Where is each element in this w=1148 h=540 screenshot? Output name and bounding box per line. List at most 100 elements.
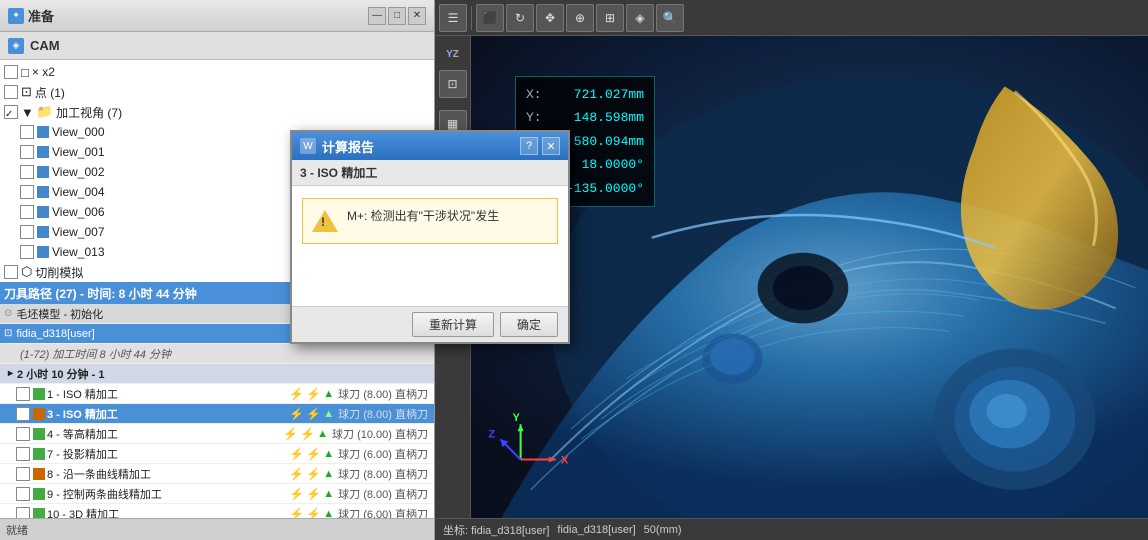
- op-4[interactable]: 4 - 等高精加工 ⚡ ⚡ ▲ 球刀 (10.00) 直柄刀: [0, 424, 434, 444]
- op-group-2h10-icon: ▸: [8, 368, 13, 379]
- dialog-close-btn[interactable]: ✕: [542, 137, 560, 155]
- op9-chk[interactable]: [16, 487, 30, 501]
- op-8[interactable]: 8 - 沿一条曲线精加工 ⚡ ⚡ ▲ 球刀 (8.00) 直柄刀: [0, 464, 434, 484]
- checkbox-machining-views[interactable]: [4, 105, 18, 119]
- item-icon-x2: □: [21, 65, 29, 80]
- op7-chk[interactable]: [16, 447, 30, 461]
- op3-label: 3 - ISO 精加工: [47, 406, 289, 422]
- op-group-2h10-label: 2 小时 10 分钟 - 1: [17, 366, 434, 382]
- tree-item-machining-views[interactable]: ▼ 📁 加工视角 (7): [0, 102, 434, 122]
- recalc-button[interactable]: 重新计算: [412, 312, 494, 337]
- warning-exclamation: !: [321, 215, 325, 229]
- title-bar: ✦ 准备 — □ ✕: [0, 0, 434, 32]
- svg-text:Z: Z: [488, 428, 495, 440]
- tree-item-x2[interactable]: □ × x2: [0, 62, 434, 82]
- op8-chk[interactable]: [16, 467, 30, 481]
- op7-icon2: ⚡: [306, 447, 321, 461]
- panel-title: 准备: [28, 6, 54, 25]
- calculation-dialog: W 计算报告 ? ✕ 3 - ISO 精加工 ! M+: 检测出有"干涉状况"发…: [290, 130, 570, 344]
- vp-divider1: [471, 6, 472, 30]
- vp-bottom-status: 坐标: fidia_d318[user] fidia_d318[user] 50…: [435, 518, 1148, 540]
- checkbox-cut-model[interactable]: [4, 265, 18, 279]
- item-icon-point: ⊡: [21, 84, 32, 100]
- dialog-title-left: W 计算报告: [300, 137, 374, 156]
- op3-chk[interactable]: [16, 407, 30, 421]
- op8-icons: ⚡ ⚡ ▲: [289, 467, 334, 481]
- coord-c-val: 18.0000°: [582, 153, 644, 176]
- op8-icon3: ▲: [323, 468, 334, 480]
- op9-icon2: ⚡: [306, 487, 321, 501]
- folder-icon-machining-views: 📁: [37, 104, 53, 120]
- ok-button[interactable]: 确定: [500, 312, 558, 337]
- tree-item-point[interactable]: ⊡ 点 (1): [0, 82, 434, 102]
- op7-icons: ⚡ ⚡ ▲: [289, 447, 334, 461]
- dialog-help-btn[interactable]: ?: [520, 137, 538, 155]
- op10-icon3: ▲: [323, 508, 334, 519]
- vp-btn-search[interactable]: 🔍: [656, 4, 684, 32]
- vp-btn-zoom[interactable]: ⊕: [566, 4, 594, 32]
- title-bar-left: ✦ 准备: [8, 6, 54, 25]
- view-color-013: [37, 246, 49, 258]
- checkbox-view004[interactable]: [20, 185, 34, 199]
- op4-icon3: ▲: [317, 428, 328, 440]
- op10-chk[interactable]: [16, 507, 30, 519]
- op7-tool: 球刀 (6.00) 直柄刀: [338, 446, 428, 462]
- coord-x-row: X: 721.027mm: [526, 83, 644, 106]
- op10-icon1: ⚡: [289, 507, 304, 519]
- op-group-2h10[interactable]: ▸ 2 小时 10 分钟 - 1: [0, 364, 434, 384]
- warning-message: M+: 检测出有"干涉状况"发生: [347, 207, 499, 225]
- vp-btn-rotate[interactable]: ↻: [506, 4, 534, 32]
- maximize-button[interactable]: □: [388, 7, 406, 25]
- tree-label-view006: View_006: [52, 205, 105, 219]
- op1-color: [33, 388, 45, 400]
- view-color-004: [37, 186, 49, 198]
- tree-label-view001: View_001: [52, 145, 105, 159]
- vp-btn-pan[interactable]: ✥: [536, 4, 564, 32]
- op-9[interactable]: 9 - 控制两条曲线精加工 ⚡ ⚡ ▲ 球刀 (8.00) 直柄刀: [0, 484, 434, 504]
- vp-status-user: fidia_d318[user]: [557, 524, 635, 536]
- op-3[interactable]: 3 - ISO 精加工 ⚡ ⚡ ▲ 球刀 (8.00) 直柄刀: [0, 404, 434, 424]
- op-1[interactable]: 1 - ISO 精加工 ⚡ ⚡ ▲ 球刀 (8.00) 直柄刀: [0, 384, 434, 404]
- vp-status-scale: 50(mm): [644, 524, 682, 536]
- warning-icon-wrap: !: [311, 207, 339, 235]
- op9-label: 9 - 控制两条曲线精加工: [47, 486, 289, 502]
- minimize-button[interactable]: —: [368, 7, 386, 25]
- checkbox-view001[interactable]: [20, 145, 34, 159]
- op4-chk[interactable]: [16, 427, 30, 441]
- op8-icon1: ⚡: [289, 467, 304, 481]
- checkbox-point[interactable]: [4, 85, 18, 99]
- op-10[interactable]: 10 - 3D 精加工 ⚡ ⚡ ▲ 球刀 (6.00) 直柄刀: [0, 504, 434, 518]
- tree-label-view000: View_000: [52, 125, 105, 139]
- op7-icon1: ⚡: [289, 447, 304, 461]
- op4-icon2: ⚡: [300, 427, 315, 441]
- dialog-body: ! M+: 检测出有"干涉状况"发生: [292, 186, 568, 306]
- op-7[interactable]: 7 - 投影精加工 ⚡ ⚡ ▲ 球刀 (6.00) 直柄刀: [0, 444, 434, 464]
- view-color-000: [37, 126, 49, 138]
- view-color-002: [37, 166, 49, 178]
- op8-tool: 球刀 (8.00) 直柄刀: [338, 466, 428, 482]
- section-header-label: 刀具路径 (27) - 时间: 8 小时 44 分钟: [4, 285, 197, 302]
- checkbox-view000[interactable]: [20, 125, 34, 139]
- op4-icons: ⚡ ⚡ ▲: [283, 427, 328, 441]
- vp-btn-fit[interactable]: ⊞: [596, 4, 624, 32]
- dialog-section-text: 3 - ISO 精加工: [300, 164, 377, 181]
- op1-chk[interactable]: [16, 387, 30, 401]
- checkbox-view013[interactable]: [20, 245, 34, 259]
- checkbox-view002[interactable]: [20, 165, 34, 179]
- warning-box: ! M+: 检测出有"干涉状况"发生: [302, 198, 558, 244]
- checkbox-view007[interactable]: [20, 225, 34, 239]
- vp-btn-menu[interactable]: ☰: [439, 4, 467, 32]
- op10-tool: 球刀 (6.00) 直柄刀: [338, 506, 428, 519]
- dialog-title-icons: ? ✕: [520, 137, 560, 155]
- expand-icon-machining-views: ▼: [21, 105, 34, 120]
- op10-color: [33, 508, 45, 519]
- vp-side-btn-1[interactable]: ⊡: [439, 70, 467, 98]
- vp-status-text: 坐标: fidia_d318[user]: [443, 522, 549, 538]
- close-button[interactable]: ✕: [408, 7, 426, 25]
- checkbox-view006[interactable]: [20, 205, 34, 219]
- checkbox-x2[interactable]: [4, 65, 18, 79]
- tree-label-machining-views: 加工视角 (7): [56, 104, 122, 121]
- vp-btn-cube[interactable]: ⬛: [476, 4, 504, 32]
- vp-btn-view3d[interactable]: ◈: [626, 4, 654, 32]
- vp-3d-content: X Y Z X: 721.027mm Y: 148.598mm: [471, 36, 1148, 518]
